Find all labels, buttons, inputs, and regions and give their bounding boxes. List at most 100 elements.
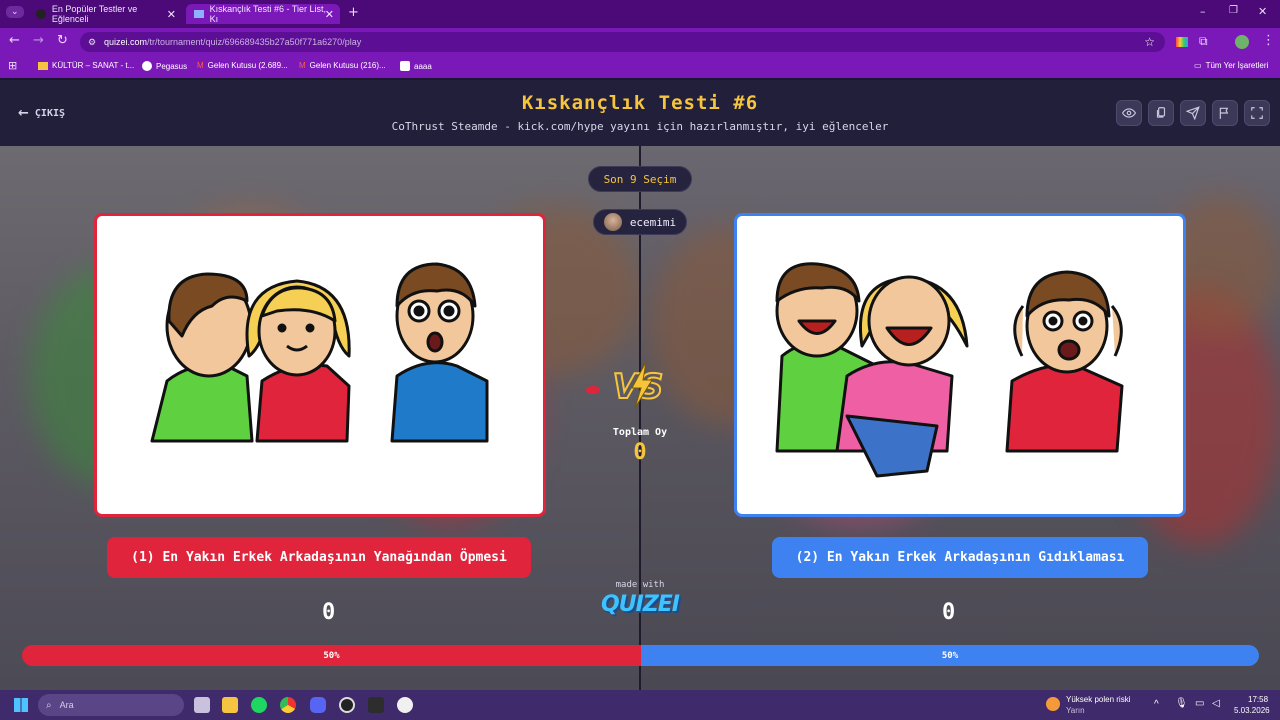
chevron-up-icon[interactable]: ^ xyxy=(1154,699,1159,710)
right-vote-count: 0 xyxy=(942,600,956,625)
close-window-icon[interactable]: ✕ xyxy=(1258,5,1267,18)
bookmark-label: Gelen Kutusu (216)... xyxy=(309,61,386,70)
option-right-label[interactable]: (2) En Yakın Erkek Arkadaşının Gıdıklama… xyxy=(772,537,1148,578)
bookmark-item[interactable]: aaaa xyxy=(400,61,432,71)
bookmark-label: Gelen Kutusu (2.689... xyxy=(207,61,288,70)
bookmark-item[interactable]: M Gelen Kutusu (216)... xyxy=(299,61,386,70)
url-field[interactable]: ⚙ quizei.com/tr/tournament/quiz/69668943… xyxy=(80,32,1165,52)
gmail-icon: M xyxy=(299,61,306,70)
task-view-icon[interactable] xyxy=(194,697,210,713)
back-icon[interactable]: ← xyxy=(9,33,20,48)
pegasus-icon xyxy=(142,61,152,71)
bookmark-item[interactable]: M Gelen Kutusu (2.689... xyxy=(197,61,288,70)
volume-icon[interactable]: ◁ xyxy=(1212,698,1220,709)
app-icon[interactable] xyxy=(368,697,384,713)
puzzle-icon[interactable]: ⧉ xyxy=(1199,34,1208,49)
taskbar-search[interactable]: ⌕ Ara xyxy=(38,694,184,716)
report-button[interactable] xyxy=(1212,100,1238,126)
bookmark-label: Pegasus xyxy=(156,61,188,71)
flag-icon xyxy=(1219,107,1229,119)
all-bookmarks[interactable]: ▭ Tüm Yer İşaretleri xyxy=(1194,61,1268,70)
tab-title: Kıskançlık Testi #6 - Tier List, Kı xyxy=(209,4,326,24)
extension-icon[interactable] xyxy=(1176,37,1188,47)
clock-time[interactable]: 17:58 xyxy=(1248,695,1268,704)
file-explorer-icon[interactable] xyxy=(222,697,238,713)
bookmark-label: aaaa xyxy=(414,61,432,71)
site-info-icon[interactable]: ⚙ xyxy=(88,37,96,48)
apps-icon[interactable]: ⊞ xyxy=(8,59,17,72)
weather-icon xyxy=(1046,697,1060,711)
obs-icon[interactable] xyxy=(339,697,355,713)
round-indicator: Son 9 Seçim xyxy=(588,166,692,192)
bookmark-item[interactable]: KÜLTÜR – SANAT - t... xyxy=(38,61,134,70)
send-icon xyxy=(1186,106,1200,120)
new-tab-icon[interactable]: + xyxy=(348,5,359,20)
eye-button[interactable] xyxy=(1116,100,1142,126)
option-left-card[interactable] xyxy=(94,213,546,517)
browser-tabbar: ⌄ En Popüler Testler ve Eğlenceli ✕ Kısk… xyxy=(0,0,1280,28)
minimize-icon[interactable]: – xyxy=(1200,5,1206,18)
windows-start-icon[interactable] xyxy=(14,698,28,712)
quiz-app: ← ÇIKIŞ Kıskançlık Testi #6 CoThrust Ste… xyxy=(0,80,1280,690)
avatar xyxy=(603,213,622,231)
tab-search-icon[interactable]: ⌄ xyxy=(6,6,24,18)
chrome-icon[interactable] xyxy=(280,697,296,713)
weather-title[interactable]: Yüksek polen riski xyxy=(1066,695,1130,704)
fullscreen-icon xyxy=(1251,107,1263,119)
share-icon xyxy=(1156,107,1166,118)
search-icon: ⌕ xyxy=(46,699,52,711)
tab-popular-tests[interactable]: En Popüler Testler ve Eğlenceli ✕ xyxy=(28,4,182,24)
right-percent-bar: 50% xyxy=(641,645,1259,666)
vs-icon: VS xyxy=(592,361,664,409)
left-percent-bar: 50% xyxy=(22,645,641,666)
tab-title: En Popüler Testler ve Eğlenceli xyxy=(51,4,138,24)
close-icon[interactable]: ✕ xyxy=(167,8,176,21)
network-icon[interactable]: ▭ xyxy=(1195,698,1204,709)
reload-icon[interactable]: ↻ xyxy=(57,33,68,48)
address-bar-row: ← → ↻ ⚙ quizei.com/tr/tournament/quiz/69… xyxy=(0,28,1280,56)
vs-badge: VS xyxy=(592,358,672,412)
tab-favicon-icon xyxy=(194,10,204,18)
clock-date: 5.03.2026 xyxy=(1234,706,1270,715)
pepper-icon xyxy=(586,386,600,394)
bookmarks-bar: ⊞ KÜLTÜR – SANAT - t... Pegasus M Gelen K… xyxy=(0,56,1280,78)
eye-icon xyxy=(1122,108,1136,118)
menu-icon[interactable]: ⋮ xyxy=(1262,33,1275,48)
page-icon xyxy=(400,61,410,71)
mic-icon[interactable]: 🎙 xyxy=(1175,698,1188,709)
profile-avatar[interactable] xyxy=(1235,35,1249,49)
kiss-illustration xyxy=(150,262,489,443)
app-icon[interactable] xyxy=(397,697,413,713)
tab-favicon-icon xyxy=(36,9,46,19)
brand-logo[interactable]: QUIZEI xyxy=(590,592,690,617)
folder-icon xyxy=(38,61,48,70)
bookmark-label: Tüm Yer İşaretleri xyxy=(1205,61,1269,70)
page-subtitle: CoThrust Steamde - kick.com/hype yayını … xyxy=(391,120,889,133)
username: ecemimi xyxy=(629,215,677,229)
os-taskbar: ⌕ Ara Yüksek polen riski Yarın ^ 🎙 ▭ ◁ 1… xyxy=(0,690,1280,720)
total-votes-label: Toplam Oy xyxy=(612,427,668,438)
discord-icon[interactable] xyxy=(310,697,326,713)
total-votes-value: 0 xyxy=(633,440,647,465)
bookmark-item[interactable]: Pegasus xyxy=(142,61,187,71)
tickle-illustration xyxy=(775,262,1124,478)
tab-quiz[interactable]: Kıskançlık Testi #6 - Tier List, Kı ✕ xyxy=(186,4,340,24)
forward-icon[interactable]: → xyxy=(33,33,44,48)
url-path: /tr/tournament/quiz/696689435b27a50f771a… xyxy=(147,37,362,47)
made-with-label: made with xyxy=(615,580,665,590)
folder-icon: ▭ xyxy=(1194,61,1202,70)
spotify-icon[interactable] xyxy=(251,697,267,713)
option-right-card[interactable] xyxy=(734,213,1186,517)
page-title: Kıskançlık Testi #6 xyxy=(521,92,759,114)
gmail-icon: M xyxy=(197,61,204,70)
share-button[interactable] xyxy=(1148,100,1174,126)
maximize-icon[interactable]: ❐ xyxy=(1229,5,1238,16)
bookmark-label: KÜLTÜR – SANAT - t... xyxy=(52,61,135,70)
option-left-label[interactable]: (1) En Yakın Erkek Arkadaşının Yanağında… xyxy=(107,537,531,578)
url-domain: quizei.com xyxy=(104,37,148,47)
fullscreen-button[interactable] xyxy=(1244,100,1270,126)
close-icon[interactable]: ✕ xyxy=(325,8,334,21)
bookmark-star-icon[interactable]: ☆ xyxy=(1144,35,1155,49)
send-button[interactable] xyxy=(1180,100,1206,126)
search-placeholder: Ara xyxy=(59,700,74,710)
